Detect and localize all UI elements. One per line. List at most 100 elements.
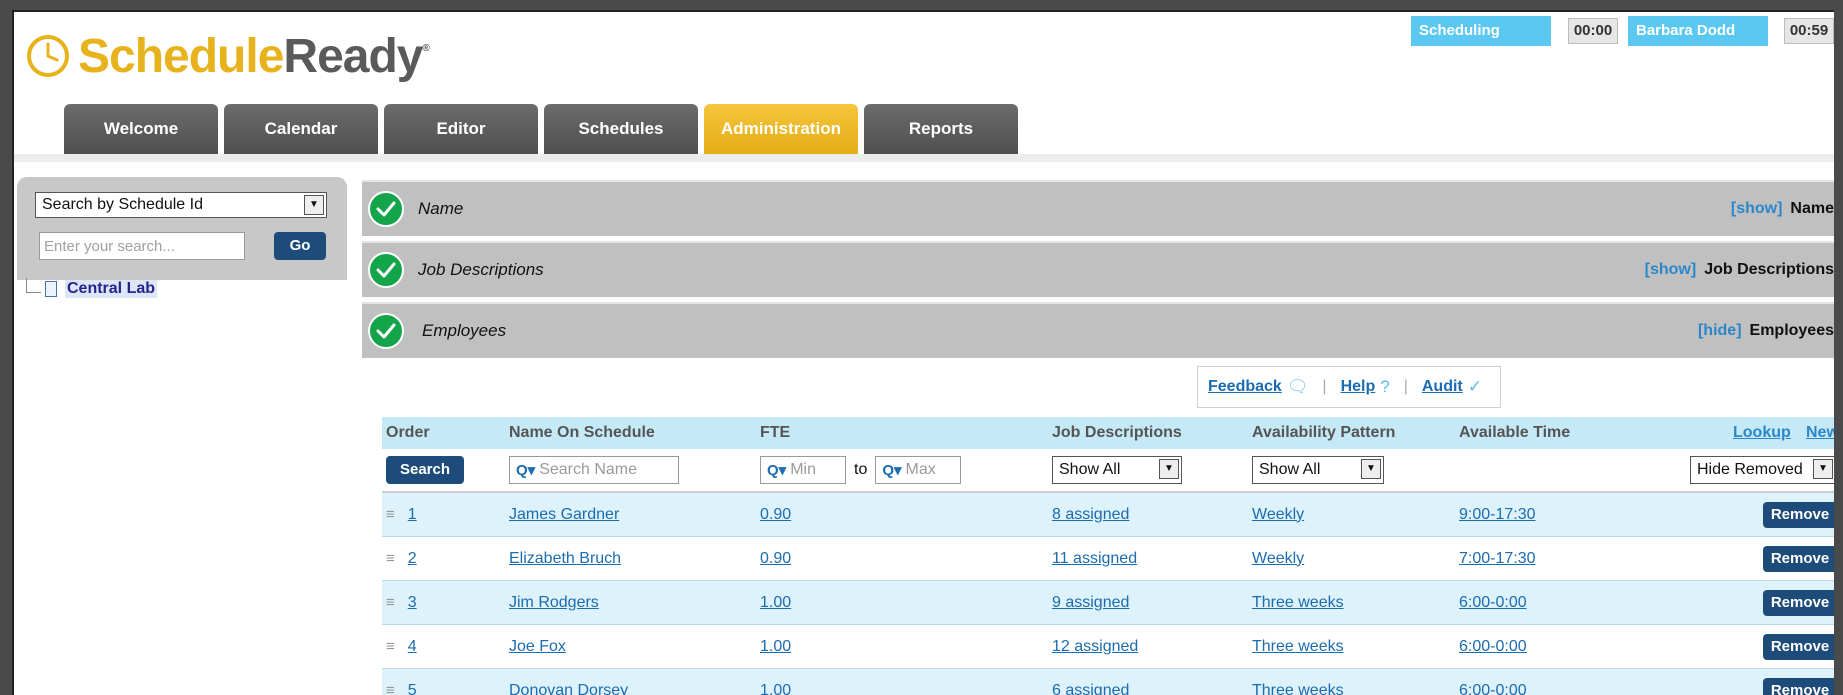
user-name: Barbara Dodd bbox=[1628, 16, 1768, 46]
employee-name-link[interactable]: James Gardner bbox=[509, 493, 619, 536]
tab-calendar[interactable]: Calendar bbox=[224, 104, 378, 154]
main-tabs: Welcome Calendar Editor Schedules Admini… bbox=[64, 104, 1018, 154]
col-order-header: Order bbox=[386, 417, 430, 449]
fte-min-input[interactable]: Q▾ Min bbox=[760, 456, 846, 484]
module-label: Scheduling bbox=[1411, 16, 1551, 46]
search-type-select[interactable]: Search by Schedule Id ▼ bbox=[35, 192, 327, 218]
search-icon: Q▾ bbox=[767, 461, 786, 479]
fte-link[interactable]: 0.90 bbox=[760, 493, 791, 536]
order-link[interactable]: 2 bbox=[408, 550, 417, 568]
drag-handle-icon[interactable]: ≡ bbox=[386, 506, 394, 523]
section-title: Employees bbox=[422, 304, 506, 358]
table-header-row: Order Name On Schedule FTE Job Descripti… bbox=[382, 417, 1834, 449]
availability-link[interactable]: Three weeks bbox=[1252, 625, 1344, 668]
remove-button[interactable]: Remove bbox=[1763, 678, 1834, 695]
registered-mark: ® bbox=[422, 43, 428, 54]
search-panel: Search by Schedule Id ▼ Go bbox=[17, 177, 347, 280]
section-toggle-show[interactable]: [show] bbox=[1645, 261, 1697, 278]
availability-filter-value: Show All bbox=[1259, 461, 1320, 478]
search-type-value: Search by Schedule Id bbox=[42, 196, 203, 213]
separator: | bbox=[1404, 378, 1408, 396]
remove-button[interactable]: Remove bbox=[1763, 546, 1834, 572]
col-jobs-header: Job Descriptions bbox=[1052, 417, 1182, 449]
name-filter-placeholder: Search Name bbox=[539, 461, 637, 479]
availability-filter-select[interactable]: Show All ▼ bbox=[1252, 456, 1384, 484]
remove-button[interactable]: Remove bbox=[1763, 502, 1834, 528]
feedback-link[interactable]: Feedback bbox=[1208, 378, 1282, 396]
employee-name-link[interactable]: Elizabeth Bruch bbox=[509, 537, 621, 580]
new-link[interactable]: New bbox=[1806, 417, 1834, 449]
available-time-link[interactable]: 9:00-17:30 bbox=[1459, 493, 1536, 536]
remove-button[interactable]: Remove bbox=[1763, 590, 1834, 616]
order-link[interactable]: 4 bbox=[408, 638, 417, 656]
section-label: Name bbox=[1790, 200, 1834, 217]
availability-link[interactable]: Weekly bbox=[1252, 493, 1304, 536]
schedule-ready-logo: ScheduleReady® bbox=[26, 26, 429, 86]
available-time-link[interactable]: 6:00-0:00 bbox=[1459, 581, 1527, 624]
help-link[interactable]: Help bbox=[1341, 378, 1376, 396]
session-timer: 00:59 bbox=[1784, 18, 1834, 44]
check-icon bbox=[368, 313, 404, 349]
tab-schedules[interactable]: Schedules bbox=[544, 104, 698, 154]
tab-reports[interactable]: Reports bbox=[864, 104, 1018, 154]
section-job-descriptions[interactable]: Job Descriptions [show]Job Descriptions bbox=[362, 241, 1834, 297]
search-icon: Q▾ bbox=[516, 461, 535, 479]
audit-link[interactable]: Audit bbox=[1422, 378, 1463, 396]
removed-filter-select[interactable]: Hide Removed ▼ bbox=[1690, 456, 1834, 484]
order-link[interactable]: 1 bbox=[408, 506, 417, 524]
jobs-filter-select[interactable]: Show All ▼ bbox=[1052, 456, 1182, 484]
employee-name-link[interactable]: Joe Fox bbox=[509, 625, 566, 668]
section-toggle-show[interactable]: [show] bbox=[1731, 200, 1783, 217]
availability-link[interactable]: Weekly bbox=[1252, 537, 1304, 580]
dropdown-arrow-icon[interactable]: ▼ bbox=[1361, 459, 1381, 479]
go-button[interactable]: Go bbox=[274, 232, 326, 260]
dropdown-arrow-icon[interactable]: ▼ bbox=[1159, 459, 1179, 479]
section-name[interactable]: Name [show]Name bbox=[362, 180, 1834, 236]
drag-handle-icon[interactable]: ≡ bbox=[386, 682, 394, 695]
jobs-assigned-link[interactable]: 12 assigned bbox=[1052, 625, 1138, 668]
section-employees[interactable]: Employees [hide] Employees bbox=[362, 302, 1834, 358]
dropdown-arrow-icon[interactable]: ▼ bbox=[1813, 459, 1833, 479]
tab-administration[interactable]: Administration bbox=[704, 104, 858, 154]
fte-link[interactable]: 0.90 bbox=[760, 537, 791, 580]
employee-name-link[interactable]: Jim Rodgers bbox=[509, 581, 599, 624]
available-time-link[interactable]: 6:00-0:00 bbox=[1459, 625, 1527, 668]
jobs-assigned-link[interactable]: 9 assigned bbox=[1052, 581, 1129, 624]
drag-handle-icon[interactable]: ≡ bbox=[386, 550, 394, 567]
lookup-link[interactable]: Lookup bbox=[1733, 417, 1791, 449]
jobs-assigned-link[interactable]: 6 assigned bbox=[1052, 669, 1129, 695]
table-row: ≡ 3 Jim Rodgers 1.00 9 assigned Three wee… bbox=[382, 581, 1834, 625]
name-filter-input[interactable]: Q▾ Search Name bbox=[509, 456, 679, 484]
dropdown-arrow-icon[interactable]: ▼ bbox=[304, 195, 324, 215]
section-label: Job Descriptions bbox=[1704, 261, 1834, 278]
question-icon: ? bbox=[1380, 377, 1389, 397]
tab-editor[interactable]: Editor bbox=[384, 104, 538, 154]
search-button[interactable]: Search bbox=[386, 456, 464, 484]
fte-link[interactable]: 1.00 bbox=[760, 581, 791, 624]
available-time-link[interactable]: 6:00-0:00 bbox=[1459, 669, 1527, 695]
search-input[interactable] bbox=[39, 232, 245, 260]
fte-link[interactable]: 1.00 bbox=[760, 669, 791, 695]
fte-min-placeholder: Min bbox=[790, 461, 816, 479]
jobs-filter-value: Show All bbox=[1059, 461, 1120, 478]
tab-welcome[interactable]: Welcome bbox=[64, 104, 218, 154]
employee-name-link[interactable]: Donovan Dorsey bbox=[509, 669, 628, 695]
available-time-link[interactable]: 7:00-17:30 bbox=[1459, 537, 1536, 580]
remove-button[interactable]: Remove bbox=[1763, 634, 1834, 660]
tree-item-central-lab[interactable]: Central Lab bbox=[65, 280, 157, 298]
availability-link[interactable]: Three weeks bbox=[1252, 669, 1344, 695]
order-link[interactable]: 3 bbox=[408, 594, 417, 612]
fte-max-input[interactable]: Q▾ Max bbox=[875, 456, 961, 484]
availability-link[interactable]: Three weeks bbox=[1252, 581, 1344, 624]
fte-link[interactable]: 1.00 bbox=[760, 625, 791, 668]
drag-handle-icon[interactable]: ≡ bbox=[386, 638, 394, 655]
section-label: Employees bbox=[1750, 322, 1834, 339]
header-divider bbox=[14, 154, 1834, 162]
table-filter-row: Search Q▾ Search Name Q▾ Min to Q▾ Max bbox=[382, 449, 1834, 493]
employees-table: Order Name On Schedule FTE Job Descripti… bbox=[382, 417, 1834, 695]
section-toggle-hide[interactable]: [hide] bbox=[1698, 322, 1742, 339]
jobs-assigned-link[interactable]: 8 assigned bbox=[1052, 493, 1129, 536]
jobs-assigned-link[interactable]: 11 assigned bbox=[1052, 537, 1137, 580]
drag-handle-icon[interactable]: ≡ bbox=[386, 594, 394, 611]
col-availability-header: Availability Pattern bbox=[1252, 417, 1395, 449]
